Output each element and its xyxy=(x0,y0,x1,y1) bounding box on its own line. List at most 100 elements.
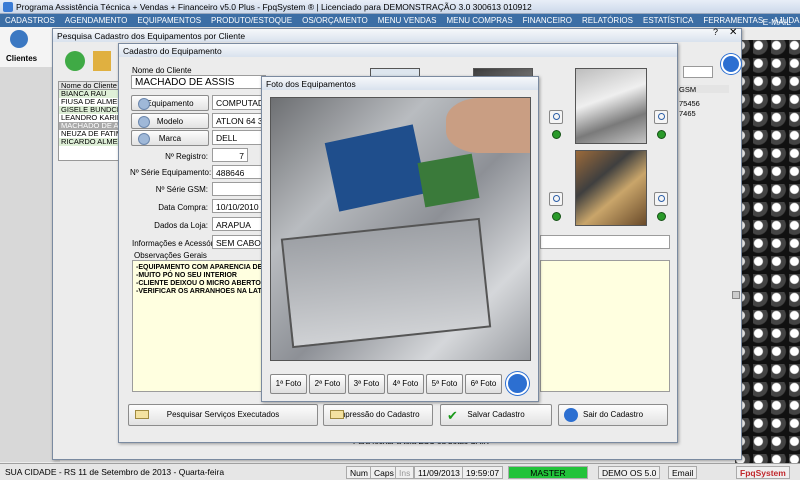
equipamento-field[interactable]: COMPUTADOR xyxy=(212,95,268,110)
list-header: Nome do Cliente xyxy=(59,82,121,90)
foto-button-6[interactable]: 6ª Foto xyxy=(465,374,502,394)
pesquisar-servicos-button[interactable]: Pesquisar Serviços Executados xyxy=(128,404,318,426)
list-item[interactable]: FIUSA DE ALMEIDA xyxy=(59,98,121,106)
status-version: DEMO OS 5.0 xyxy=(598,466,661,479)
email-button[interactable]: E-MAIL xyxy=(758,15,796,27)
menu-cadastros[interactable]: CADASTROS xyxy=(0,14,60,27)
foto-button-2[interactable]: 2ª Foto xyxy=(309,374,346,394)
obs-label: Observações Gerais xyxy=(134,251,207,260)
zoom-icon[interactable] xyxy=(549,110,563,124)
status-bar: SUA CIDADE - RS 11 de Setembro de 2013 -… xyxy=(0,463,800,480)
photo-thumbnail-4[interactable] xyxy=(575,150,647,226)
status-city: SUA CIDADE - RS 11 de Setembro de 2013 -… xyxy=(5,467,225,477)
impressao-button[interactable]: Impressão do Cadastro xyxy=(323,404,433,426)
printer-icon xyxy=(330,410,344,419)
search-icon xyxy=(138,98,150,110)
list-item[interactable]: BIANCA RAU xyxy=(59,90,121,98)
menu-relatorios[interactable]: RELATÓRIOS xyxy=(577,14,638,27)
registro-label: Nº Registro: xyxy=(165,152,208,161)
status-num: Num xyxy=(346,466,372,479)
app-titlebar: Programa Assistência Técnica + Vendas + … xyxy=(0,0,800,14)
add-photo-icon[interactable] xyxy=(552,212,561,221)
list-item[interactable]: NEUZA DE FATIMA xyxy=(59,130,121,138)
menu-os-orcamento[interactable]: OS/ORÇAMENTO xyxy=(297,14,373,27)
nome-field[interactable]: MACHADO DE ASSIS xyxy=(131,75,266,89)
obs-line: -CLIENTE DEIXOU O MICRO ABERTO xyxy=(136,280,261,287)
scrollbar-thumb[interactable] xyxy=(732,291,740,299)
gsm-field[interactable] xyxy=(212,182,262,196)
foto-button-1[interactable]: 1ª Foto xyxy=(270,374,307,394)
info-field-extension[interactable] xyxy=(540,235,670,249)
power-board xyxy=(417,153,480,208)
help-icon[interactable]: ? xyxy=(713,27,718,37)
sair-button[interactable]: Sair do Cadastro xyxy=(558,404,668,426)
menu-estatistica[interactable]: ESTATÍSTICA xyxy=(638,14,698,27)
nome-label: Nome do Cliente xyxy=(132,66,192,75)
clientes-label[interactable]: Clientes xyxy=(6,54,37,63)
menu-financeiro[interactable]: FINANCEIRO xyxy=(518,14,577,27)
modelo-field[interactable]: ATLON 64 3 xyxy=(212,113,268,128)
zoom-icon[interactable] xyxy=(654,192,668,206)
zoom-icon[interactable] xyxy=(549,192,563,206)
add-photo-icon[interactable] xyxy=(657,212,666,221)
compra-field[interactable]: 10/10/2010 xyxy=(212,199,262,213)
list-item-selected[interactable]: MACHADO DE ASSIS xyxy=(59,122,121,130)
exit-arrow-icon xyxy=(564,408,578,422)
status-email[interactable]: Email xyxy=(668,466,698,479)
equipment-photo xyxy=(270,97,531,361)
modelo-button[interactable]: Modelo xyxy=(131,113,209,129)
next-arrow-icon[interactable] xyxy=(721,54,741,74)
salvar-button[interactable]: ✔ Salvar Cadastro xyxy=(440,404,552,426)
obs-line: -MUITO PÓ NO SEU INTERIOR xyxy=(136,272,237,279)
obs-textarea[interactable]: -EQUIPAMENTO COM APARENCIA DE U -MUITO P… xyxy=(132,260,274,392)
add-photo-icon[interactable] xyxy=(552,130,561,139)
foto-button-3[interactable]: 3ª Foto xyxy=(348,374,385,394)
pesquisa-title: Pesquisa Cadastro dos Equipamentos por C… xyxy=(53,29,741,42)
gsm-row-2: 7465 xyxy=(679,109,696,118)
close-icon[interactable]: ✕ xyxy=(729,27,737,38)
equipamento-button[interactable]: Equipamento xyxy=(131,95,209,111)
menu-compras[interactable]: MENU COMPRAS xyxy=(441,14,517,27)
list-item[interactable]: GISELE BUNDCHEN xyxy=(59,106,121,114)
status-ins: Ins xyxy=(395,466,415,479)
app-icon xyxy=(3,2,13,12)
clientes-icon[interactable] xyxy=(10,30,28,48)
desktop-background xyxy=(735,40,800,465)
client-list: Nome do Cliente BIANCA RAU FIUSA DE ALME… xyxy=(58,81,122,161)
search-icon xyxy=(138,133,150,145)
obs-textarea-extension[interactable] xyxy=(540,260,670,392)
add-photo-icon[interactable] xyxy=(657,130,666,139)
edit-icon[interactable] xyxy=(93,51,111,71)
list-item[interactable]: LEANDRO KARINA xyxy=(59,114,121,122)
menu-produto-estoque[interactable]: PRODUTO/ESTOQUE xyxy=(206,14,297,27)
loja-field[interactable]: ARAPUA xyxy=(212,217,262,231)
serie-field[interactable]: 488646 xyxy=(212,165,262,179)
circuit-board xyxy=(324,124,428,212)
toolbar: Clientes xyxy=(0,27,60,67)
registro-field[interactable]: 7 xyxy=(212,148,248,162)
add-icon[interactable] xyxy=(65,51,85,71)
lcd-panel xyxy=(280,217,492,349)
foto-button-4[interactable]: 4ª Foto xyxy=(387,374,424,394)
next-photo-icon[interactable] xyxy=(506,372,529,395)
gsm-header: GSM xyxy=(679,85,729,94)
foto-title: Foto dos Equipamentos xyxy=(262,77,538,90)
zoom-icon[interactable] xyxy=(654,110,668,124)
foto-button-5[interactable]: 5ª Foto xyxy=(426,374,463,394)
photo-thumbnail-2[interactable] xyxy=(575,68,647,144)
search-field[interactable] xyxy=(683,66,713,78)
marca-field[interactable]: DELL xyxy=(212,130,268,145)
info-field[interactable]: SEM CABO xyxy=(212,235,262,249)
main-menu: CADASTROS AGENDAMENTO EQUIPAMENTOS PRODU… xyxy=(0,14,800,27)
loja-label: Dados da Loja: xyxy=(154,221,208,230)
marca-button[interactable]: Marca xyxy=(131,130,209,146)
left-panel xyxy=(0,67,60,462)
status-user: MASTER xyxy=(508,466,588,479)
obs-line: -EQUIPAMENTO COM APARENCIA DE U xyxy=(136,264,270,271)
menu-vendas[interactable]: MENU VENDAS xyxy=(373,14,442,27)
list-item[interactable]: RICARDO ALMEIDA xyxy=(59,138,121,146)
obs-line: -VERIFICAR OS ARRANHOES NA LATER xyxy=(136,288,272,295)
status-brand: FpqSystem xyxy=(736,466,790,479)
menu-equipamentos[interactable]: EQUIPAMENTOS xyxy=(132,14,206,27)
menu-agendamento[interactable]: AGENDAMENTO xyxy=(60,14,133,27)
